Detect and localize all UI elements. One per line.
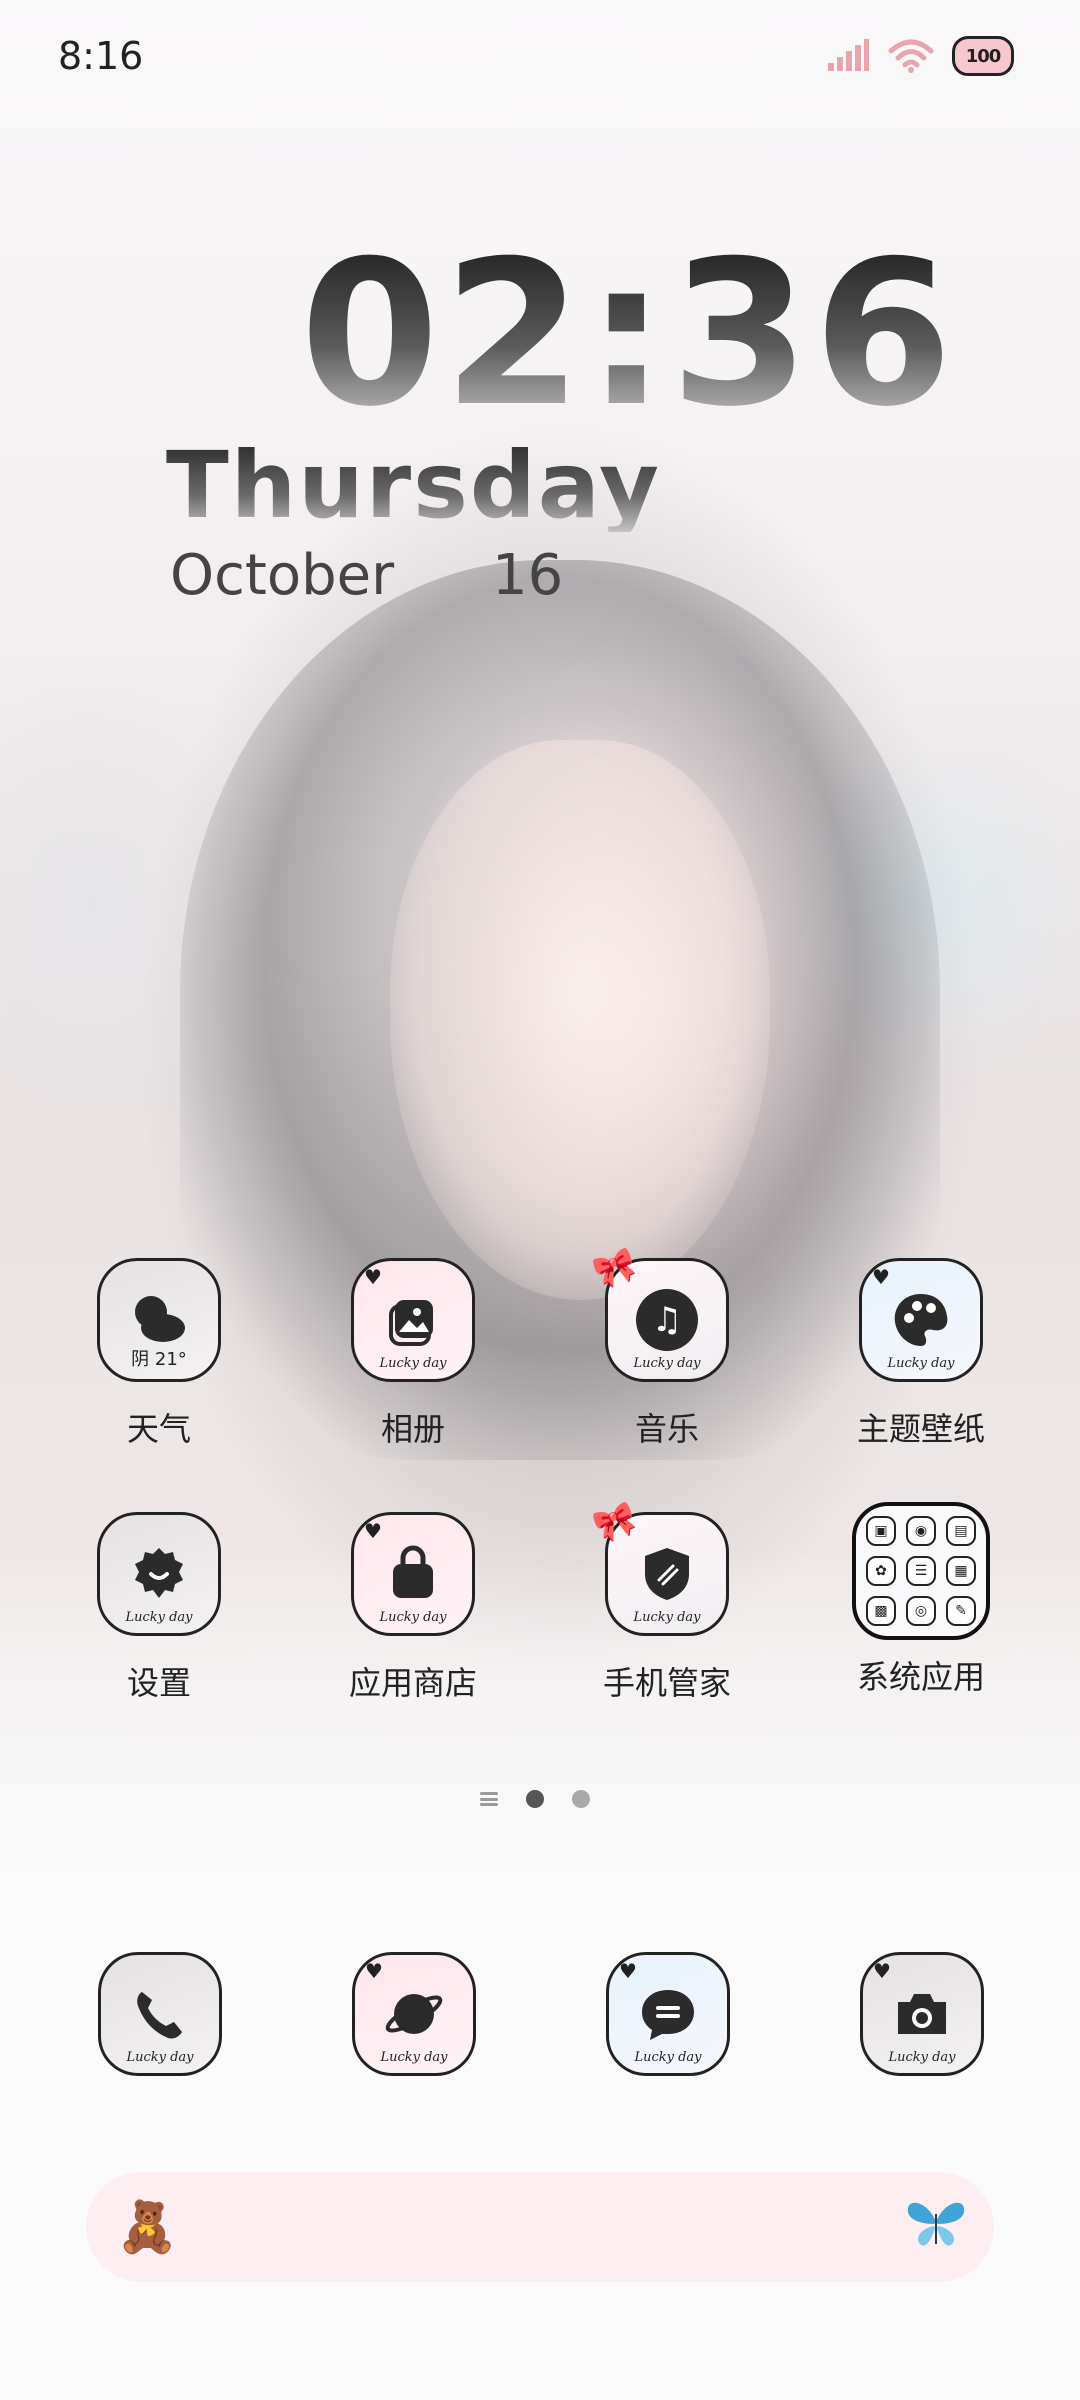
mini-app-icon: ▣ — [866, 1516, 896, 1546]
phone-icon: Lucky day — [98, 1952, 222, 2076]
browser-planet-icon: ♥ Lucky day — [352, 1952, 476, 2076]
app-weather[interactable]: 阴 21° 天气 — [59, 1258, 259, 1450]
page-dot[interactable] — [572, 1790, 590, 1808]
teddy-bear-icon[interactable]: 🧸 — [116, 2198, 178, 2257]
battery-level: 100 — [965, 45, 1002, 67]
mini-app-icon: ◉ — [906, 1516, 936, 1546]
battery-icon: 100 — [952, 36, 1014, 76]
mini-app-icon: ▦ — [946, 1556, 976, 1586]
dock-browser[interactable]: ♥ Lucky day — [349, 1952, 479, 2076]
chat-bubble-icon — [642, 1990, 694, 2040]
mini-app-icon: ✎ — [946, 1596, 976, 1626]
lucky-day-text: Lucky day — [125, 1610, 193, 1625]
settings-gear-icon — [135, 1548, 183, 1598]
mini-app-icon: ▩ — [866, 1596, 896, 1626]
dock-camera[interactable]: ♥ Lucky day — [857, 1952, 987, 2076]
app-label: 音乐 — [634, 1410, 699, 1448]
mini-app-icon: ▤ — [946, 1516, 976, 1546]
music-icon: 🎀 ♫ Lucky day — [588, 1243, 729, 1382]
camera-glyph-icon — [898, 1994, 946, 2034]
app-label: 手机管家 — [602, 1664, 731, 1702]
dock-messages[interactable]: ♥ Lucky day — [603, 1952, 733, 2076]
palette-icon: ♥ Lucky day — [859, 1258, 983, 1382]
app-label: 相册 — [380, 1410, 445, 1448]
gallery-icon: ♥ Lucky day — [351, 1258, 475, 1382]
app-folder-system[interactable]: ▣ ◉ ▤ ✿ ☰ ▦ ▩ ◎ ✎ 系统应用 — [821, 1502, 1021, 1698]
lucky-day-text: Lucky day — [633, 1610, 701, 1625]
clock-month: October — [170, 543, 395, 608]
search-bar[interactable]: 🧸 — [86, 2172, 994, 2282]
lucky-day-text: Lucky day — [633, 1356, 701, 1371]
mini-app-icon: ◎ — [906, 1596, 936, 1626]
weather-icon: 阴 21° — [97, 1258, 221, 1382]
lucky-day-text: Lucky day — [126, 2050, 194, 2065]
camera-icon: ♥ Lucky day — [860, 1952, 984, 2076]
music-note-icon: ♫ — [636, 1289, 698, 1351]
bag-glyph-icon — [393, 1545, 433, 1598]
planet-icon — [385, 1994, 443, 2034]
heart-icon: ♥ — [873, 1959, 891, 1983]
folder-icon: ▣ ◉ ▤ ✿ ☰ ▦ ▩ ◎ ✎ — [852, 1502, 990, 1640]
messages-icon: ♥ Lucky day — [606, 1952, 730, 2076]
heart-icon: ♥ — [619, 1959, 637, 1983]
app-phone-manager[interactable]: 🎀 Lucky day 手机管家 — [567, 1497, 767, 1704]
gear-icon: Lucky day — [97, 1512, 221, 1636]
dock-phone[interactable]: Lucky day — [95, 1952, 225, 2076]
signal-icon — [828, 39, 869, 71]
lucky-day-text: Lucky day — [380, 2050, 448, 2065]
app-label: 主题壁纸 — [856, 1410, 985, 1448]
shopping-bag-icon: ♥ Lucky day — [351, 1512, 475, 1636]
status-bar: 8:16 100 — [0, 0, 1080, 110]
app-themes[interactable]: ♥ Lucky day 主题壁纸 — [821, 1258, 1021, 1450]
app-gallery[interactable]: ♥ Lucky day 相册 — [313, 1258, 513, 1450]
phone-handset-icon — [137, 1992, 182, 2039]
app-drawer-icon[interactable] — [480, 1792, 498, 1806]
clock-date: 16 — [492, 543, 564, 608]
shield-icon: 🎀 Lucky day — [588, 1497, 729, 1636]
heart-icon: ♥ — [365, 1959, 383, 1983]
photo-stack-icon — [389, 1300, 433, 1346]
app-music[interactable]: 🎀 ♫ Lucky day 音乐 — [567, 1243, 767, 1450]
wifi-icon — [888, 39, 934, 73]
page-indicator[interactable] — [480, 1790, 590, 1808]
lucky-day-text: Lucky day — [888, 2050, 956, 2065]
app-label: 应用商店 — [348, 1664, 477, 1702]
heart-icon: ♥ — [364, 1519, 382, 1543]
cloud-moon-icon — [135, 1296, 185, 1342]
mini-app-icon: ✿ — [866, 1556, 896, 1586]
shield-glyph-icon — [645, 1548, 689, 1600]
lucky-day-text: Lucky day — [634, 2050, 702, 2065]
status-time: 8:16 — [58, 34, 144, 78]
lucky-day-text: Lucky day — [379, 1610, 447, 1625]
clock-day: Thursday — [166, 432, 661, 539]
app-store[interactable]: ♥ Lucky day 应用商店 — [313, 1512, 513, 1704]
clock-time: 02:36 — [300, 218, 957, 451]
app-label: 设置 — [126, 1664, 191, 1702]
status-icons: 100 — [826, 36, 1014, 76]
weather-summary: 阴 21° — [131, 1349, 187, 1370]
wallpaper-figure-face — [390, 740, 770, 1300]
app-settings[interactable]: Lucky day 设置 — [59, 1512, 259, 1704]
heart-icon: ♥ — [364, 1265, 382, 1289]
app-label: 系统应用 — [856, 1658, 985, 1696]
lucky-day-text: Lucky day — [887, 1356, 955, 1371]
app-label: 天气 — [126, 1410, 191, 1448]
heart-icon: ♥ — [872, 1265, 890, 1289]
mini-app-icon: ☰ — [906, 1556, 936, 1586]
page-dot-active[interactable] — [526, 1790, 544, 1808]
butterfly-icon[interactable] — [904, 2192, 968, 2256]
palette-glyph-icon — [894, 1294, 948, 1346]
lucky-day-text: Lucky day — [379, 1356, 447, 1371]
